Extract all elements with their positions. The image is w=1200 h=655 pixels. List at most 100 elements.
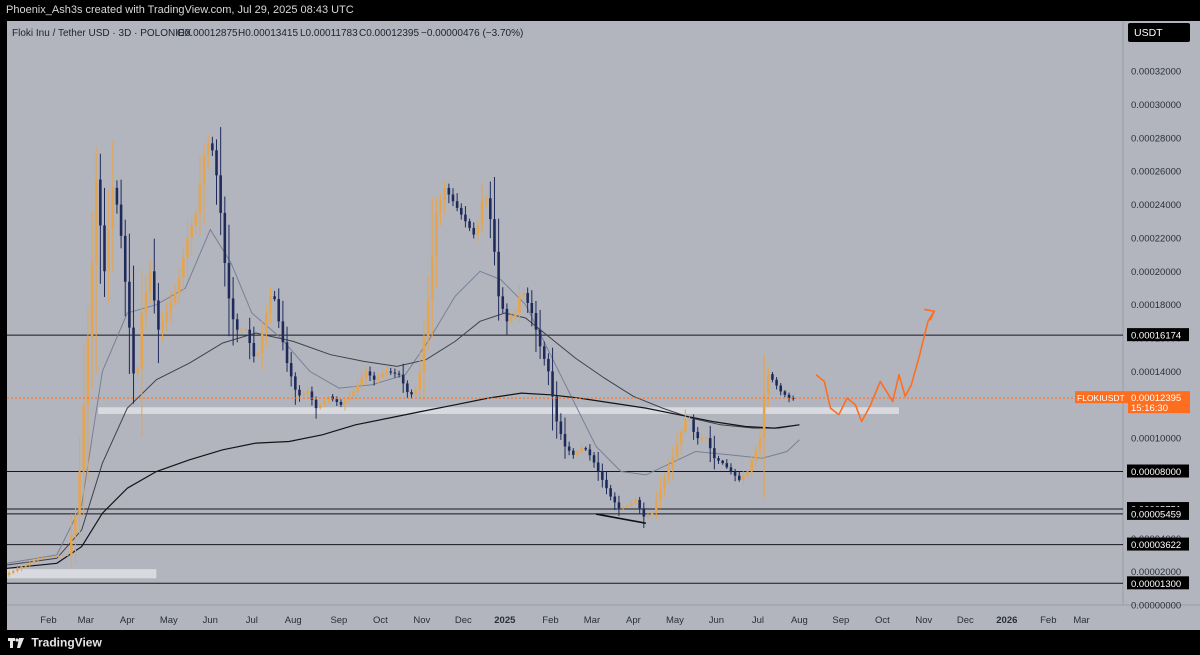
candle-body (343, 400, 347, 405)
candle-body (497, 251, 500, 297)
candle-body (779, 385, 783, 392)
candle-body (389, 371, 393, 373)
y-tick-label: 0.00000000 (1131, 601, 1181, 612)
candle-body (356, 384, 359, 392)
candle-body (729, 467, 733, 472)
candle-body (443, 187, 446, 201)
y-tick-label: 0.00018000 (1131, 300, 1181, 311)
x-tick-label: 2026 (996, 615, 1017, 626)
candle-body (584, 448, 588, 450)
candle-body (285, 342, 289, 364)
candle-body (65, 554, 69, 556)
candle-body (638, 499, 641, 509)
candle-body (61, 555, 65, 557)
candle-body (194, 212, 198, 226)
candle-body (45, 557, 48, 559)
candle-body (298, 389, 301, 396)
candle-body (659, 488, 662, 501)
candle-body (484, 198, 488, 201)
candle-body (115, 187, 119, 205)
candle-body (754, 449, 758, 461)
candle-body (144, 292, 148, 313)
candle-body (708, 438, 712, 449)
candle-body (667, 468, 671, 479)
candle-body (733, 471, 737, 476)
candle-body (750, 460, 753, 472)
candle-body (567, 446, 571, 451)
candle-body (422, 338, 426, 372)
candle-body (468, 221, 471, 228)
candle-body (11, 570, 15, 573)
candle-body (505, 308, 509, 322)
candle-body (157, 300, 160, 330)
x-tick-label: Apr (626, 615, 641, 626)
chart-caption-bar: Phoenix_Ash3s created with TradingView.c… (0, 0, 1200, 21)
chart-caption: Phoenix_Ash3s created with TradingView.c… (6, 4, 354, 16)
candle-body (480, 200, 484, 226)
x-tick-label: Dec (455, 615, 472, 626)
candle-body (534, 313, 538, 330)
currency-badge[interactable]: USDT (1128, 23, 1190, 42)
candle-body (231, 298, 235, 320)
candle-body (547, 358, 550, 372)
candle-body (177, 277, 181, 293)
candle-body (476, 225, 480, 235)
candle-body (601, 471, 604, 480)
x-tick-label: Aug (791, 615, 808, 626)
level-label: 0.00003622 (1131, 540, 1181, 551)
candle-body (509, 317, 513, 322)
last-price-countdown: 15:16:30 (1131, 403, 1168, 414)
footer-brand: TradingView (31, 635, 102, 650)
candle-body (771, 374, 774, 380)
price-chart[interactable]: Floki Inu / Tether USD · 3D · POLONIEX O… (0, 21, 1200, 630)
candle-body (28, 562, 32, 565)
ohlc-high: H0.00013415 (238, 28, 298, 39)
candle-body (273, 296, 276, 300)
candle-body (696, 431, 700, 439)
y-tick-label: 0.00014000 (1131, 367, 1181, 378)
x-tick-label: Jul (246, 615, 258, 626)
candle-body (526, 292, 529, 303)
candle-body (252, 343, 256, 357)
candle-body (559, 421, 563, 434)
candle-body (352, 391, 355, 396)
candle-body (99, 179, 102, 226)
candle-body (406, 383, 409, 393)
candle-body (725, 463, 729, 468)
candle-body (173, 292, 177, 303)
candle-body (650, 513, 654, 515)
candle-body (592, 455, 596, 463)
symbol-info: Floki Inu / Tether USD · 3D · POLONIEX (12, 28, 192, 39)
candle-body (410, 392, 413, 395)
candle-body (36, 558, 40, 561)
candle-body (235, 319, 239, 330)
last-price-symbol: FLOKIUSDT (1077, 393, 1125, 403)
candle-body (551, 371, 554, 397)
candle-body (152, 271, 156, 301)
candle-body (572, 450, 575, 455)
candle-body (86, 338, 90, 405)
candle-body (713, 448, 716, 459)
y-tick-label: 0.00026000 (1131, 167, 1181, 178)
candle-body (7, 572, 11, 575)
x-tick-label: Mar (78, 615, 94, 626)
candle-body (107, 229, 110, 272)
candle-body (692, 419, 695, 432)
candle-body (455, 201, 459, 208)
candle-body (186, 237, 189, 258)
y-tick-label: 0.00028000 (1131, 133, 1181, 144)
candle-body (302, 393, 305, 396)
level-label: 0.00016174 (1131, 331, 1181, 342)
candle-body (617, 502, 621, 509)
support-zone-0 (98, 407, 899, 414)
x-tick-label: Oct (875, 615, 890, 626)
candle-body (576, 451, 579, 455)
candle-body (758, 438, 762, 450)
candle-body (74, 514, 77, 535)
candle-body (161, 321, 164, 330)
ohlc-low: L0.00011783 (300, 28, 358, 39)
x-tick-label: Feb (40, 615, 56, 626)
candle-body (426, 299, 430, 339)
x-tick-label: Oct (373, 615, 388, 626)
candle-body (489, 198, 492, 220)
